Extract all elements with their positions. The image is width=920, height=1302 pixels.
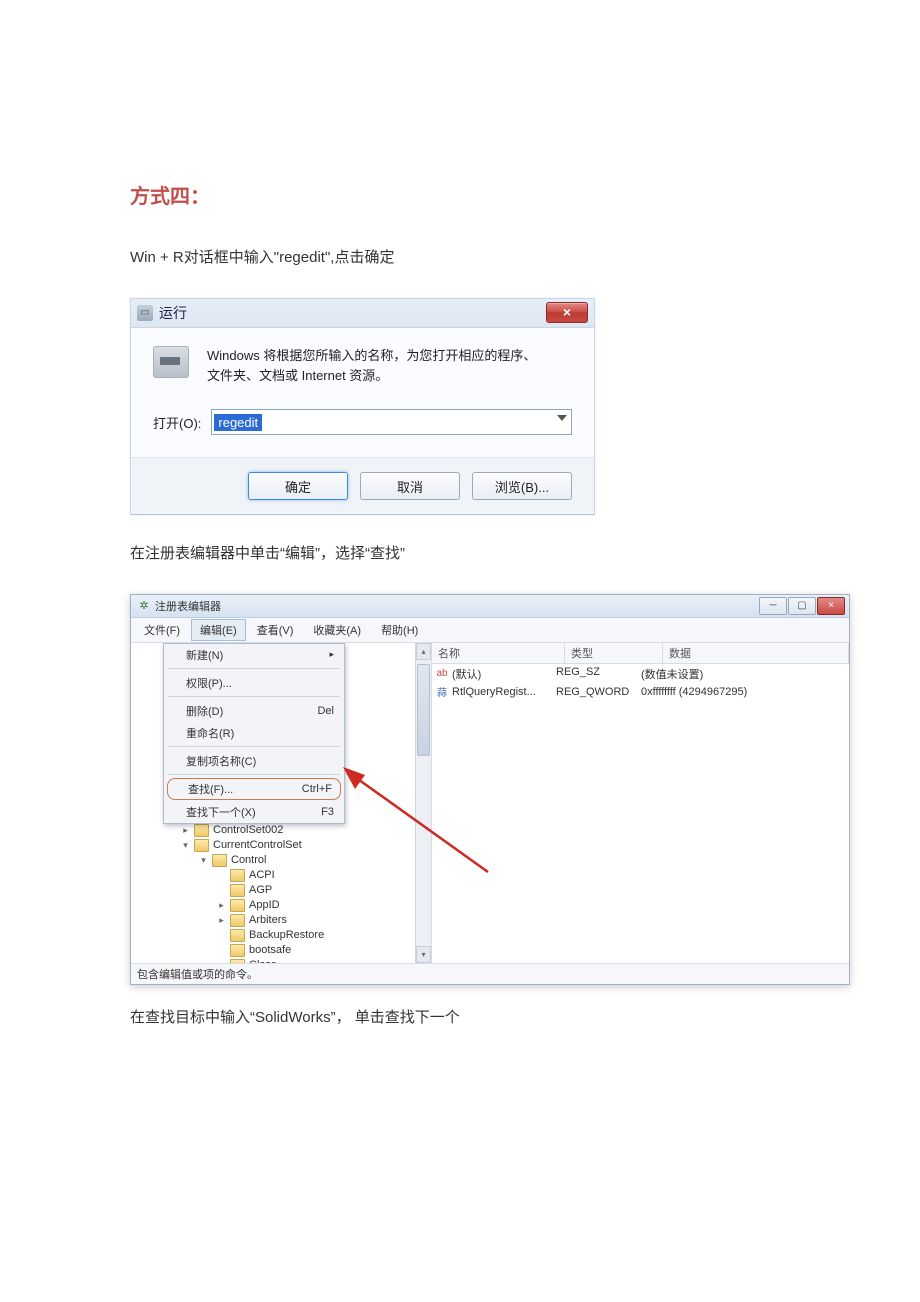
submenu-separator <box>168 696 340 698</box>
instruction-2: 在注册表编辑器中单击“编辑”，选择“查找” <box>130 543 790 566</box>
folder-icon <box>194 824 209 837</box>
open-combobox[interactable]: regedit <box>211 409 572 435</box>
maximize-button[interactable]: ▢ <box>788 597 816 615</box>
regedit-app-icon: ✲ <box>137 599 151 613</box>
run-desc-line2: 文件夹、文档或 Internet 资源。 <box>207 366 536 387</box>
tree-toggle-icon[interactable]: ▾ <box>199 856 208 865</box>
menu-favorites[interactable]: 收藏夹(A) <box>304 619 370 641</box>
submenu-delete[interactable]: 删除(D)Del <box>164 700 344 722</box>
menu-edit[interactable]: 编辑(E) <box>191 619 246 641</box>
values-list: ab(默认) REG_SZ (数值未设置) 蒜RtlQueryRegist...… <box>432 664 849 700</box>
regedit-values-pane: 名称 类型 数据 ab(默认) REG_SZ (数值未设置) 蒜RtlQuery… <box>432 643 849 963</box>
col-type[interactable]: 类型 <box>565 643 663 663</box>
tree-toggle-icon[interactable] <box>217 871 226 880</box>
submenu-copykey[interactable]: 复制项名称(C) <box>164 750 344 772</box>
submenu-arrow-icon: ▸ <box>329 649 334 660</box>
tree-item[interactable]: ▾Control <box>141 853 431 868</box>
run-dialog: ▭ 运行 × Windows 将根据您所输入的名称，为您打开相应的程序、 文件夹… <box>130 298 595 516</box>
tree-toggle-icon[interactable]: ▸ <box>217 916 226 925</box>
folder-icon <box>230 869 245 882</box>
minimize-button[interactable]: ─ <box>759 597 787 615</box>
menu-file[interactable]: 文件(F) <box>135 619 189 641</box>
submenu-findnext[interactable]: 查找下一个(X)F3 <box>164 801 344 823</box>
tree-toggle-icon[interactable]: ▸ <box>217 901 226 910</box>
menu-view[interactable]: 查看(V) <box>248 619 303 641</box>
tree-toggle-icon[interactable] <box>217 886 226 895</box>
tree-toggle-icon[interactable]: ▾ <box>181 841 190 850</box>
submenu-rename[interactable]: 重命名(R) <box>164 722 344 744</box>
browse-button[interactable]: 浏览(B)... <box>472 472 572 500</box>
tree-item[interactable]: AGP <box>141 883 431 898</box>
run-title-text: 运行 <box>159 303 187 323</box>
regedit-menubar: 文件(F) 编辑(E) 查看(V) 收藏夹(A) 帮助(H) <box>131 618 849 643</box>
run-desc-line1: Windows 将根据您所输入的名称，为您打开相应的程序、 <box>207 346 536 367</box>
tree-item[interactable]: ▸Arbiters <box>141 913 431 928</box>
tree-item[interactable]: ▸ControlSet002 <box>141 823 431 838</box>
instruction-1: Win + R对话框中输入"regedit",点击确定 <box>130 247 790 270</box>
run-description: Windows 将根据您所输入的名称，为您打开相应的程序、 文件夹、文档或 In… <box>207 346 536 388</box>
regedit-titlebar: ✲ 注册表编辑器 ─ ▢ × <box>131 595 849 618</box>
folder-icon <box>230 929 245 942</box>
close-button[interactable]: × <box>546 302 588 323</box>
folder-icon <box>194 839 209 852</box>
scroll-up-icon[interactable]: ▴ <box>416 643 431 660</box>
menu-help[interactable]: 帮助(H) <box>372 619 427 641</box>
run-footer: 确定 取消 浏览(B)... <box>131 457 594 514</box>
values-header: 名称 类型 数据 <box>432 643 849 664</box>
folder-icon <box>230 959 245 963</box>
folder-icon <box>230 944 245 957</box>
regedit-statusbar: 包含编辑值或项的命令。 <box>131 963 849 984</box>
tree-item[interactable]: ▾CurrentControlSet <box>141 838 431 853</box>
open-value-selected: regedit <box>214 414 262 431</box>
run-body: Windows 将根据您所输入的名称，为您打开相应的程序、 文件夹、文档或 In… <box>131 328 594 458</box>
close-button[interactable]: × <box>817 597 845 615</box>
folder-icon <box>230 884 245 897</box>
regedit-window: ✲ 注册表编辑器 ─ ▢ × 文件(F) 编辑(E) 查看(V) 收藏夹(A) … <box>130 594 850 985</box>
folder-icon <box>230 899 245 912</box>
tree-toggle-icon[interactable] <box>217 946 226 955</box>
submenu-separator <box>168 668 340 670</box>
section-heading: 方式四： <box>130 180 790 209</box>
tree-item[interactable]: bootsafe <box>141 943 431 958</box>
submenu-find[interactable]: 查找(F)...Ctrl+F <box>167 778 341 800</box>
tree-toggle-icon[interactable]: ▸ <box>217 961 226 963</box>
folder-icon <box>230 914 245 927</box>
submenu-separator <box>168 746 340 748</box>
numeric-value-icon: 蒜 <box>436 686 448 698</box>
scroll-down-icon[interactable]: ▾ <box>416 946 431 963</box>
col-name[interactable]: 名称 <box>432 643 565 663</box>
scroll-thumb[interactable] <box>417 664 430 756</box>
value-row[interactable]: ab(默认) REG_SZ (数值未设置) <box>432 664 849 684</box>
tree-item[interactable]: ACPI <box>141 868 431 883</box>
regedit-title-text: 注册表编辑器 <box>155 598 221 614</box>
folder-icon <box>212 854 227 867</box>
tree-toggle-icon[interactable]: ▸ <box>181 826 190 835</box>
run-app-icon: ▭ <box>137 305 153 321</box>
regedit-tree-pane: 新建(N)▸ 权限(P)... 删除(D)Del 重命名(R) <box>131 643 432 963</box>
string-value-icon: ab <box>436 668 448 680</box>
col-data[interactable]: 数据 <box>663 643 849 663</box>
tree-item[interactable]: BackupRestore <box>141 928 431 943</box>
run-dialog-icon <box>153 346 189 378</box>
tree-item[interactable]: ▸AppID <box>141 898 431 913</box>
submenu-new[interactable]: 新建(N)▸ <box>164 644 344 666</box>
value-row[interactable]: 蒜RtlQueryRegist... REG_QWORD 0xffffffff … <box>432 684 849 700</box>
tree-item[interactable]: ▸Class <box>141 958 431 963</box>
edit-submenu: 新建(N)▸ 权限(P)... 删除(D)Del 重命名(R) <box>163 643 345 824</box>
open-label: 打开(O): <box>153 413 201 432</box>
instruction-3: 在查找目标中输入“SolidWorks”， 单击查找下一个 <box>130 1007 790 1030</box>
run-titlebar: ▭ 运行 × <box>131 299 594 328</box>
tree-scrollbar[interactable]: ▴ ▾ <box>415 643 431 963</box>
submenu-permissions[interactable]: 权限(P)... <box>164 672 344 694</box>
ok-button[interactable]: 确定 <box>248 472 348 500</box>
cancel-button[interactable]: 取消 <box>360 472 460 500</box>
submenu-separator <box>168 774 340 776</box>
scroll-track[interactable] <box>416 660 431 946</box>
regedit-body: 新建(N)▸ 权限(P)... 删除(D)Del 重命名(R) <box>131 643 849 963</box>
tree-toggle-icon[interactable] <box>217 931 226 940</box>
dropdown-arrow-icon[interactable] <box>557 415 567 421</box>
